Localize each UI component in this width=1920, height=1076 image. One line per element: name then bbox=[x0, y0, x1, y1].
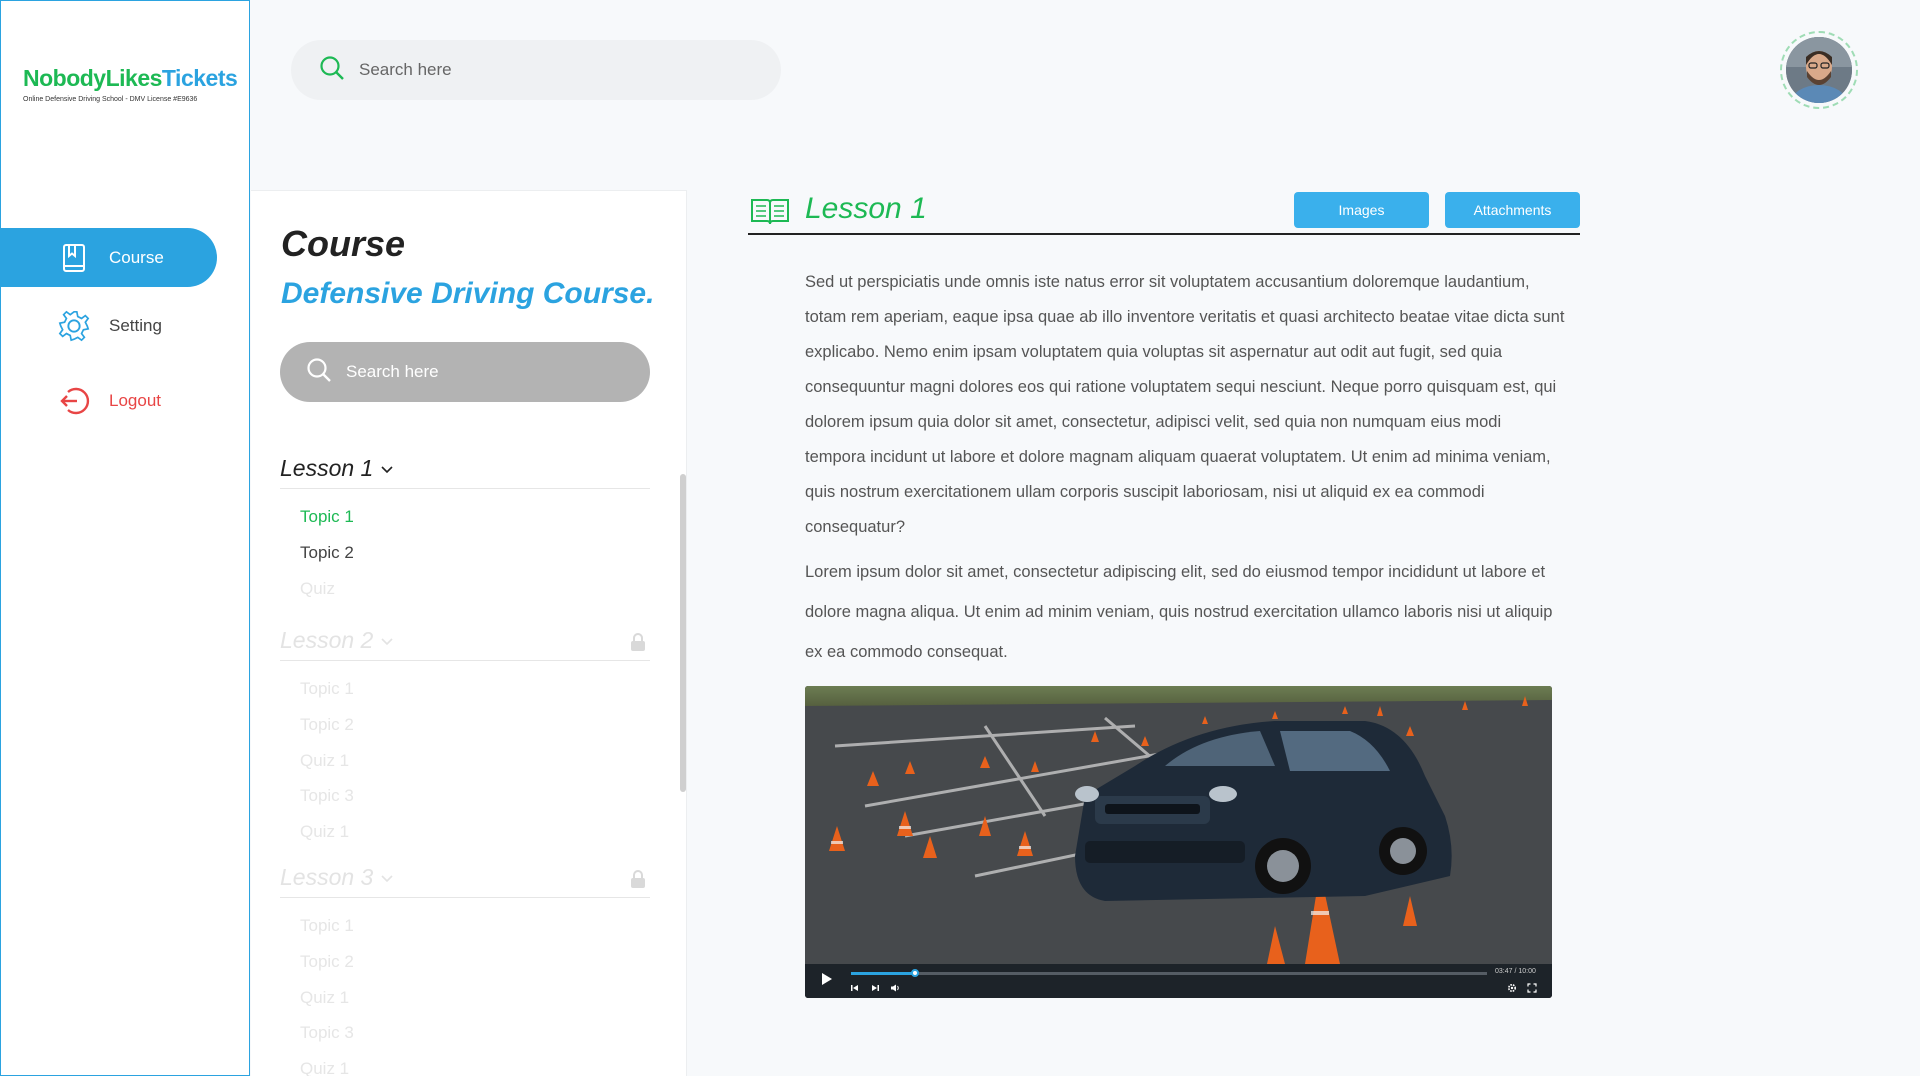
volume-icon[interactable] bbox=[891, 984, 901, 994]
lesson-paragraph-1: Sed ut perspiciatis unde omnis iste natu… bbox=[805, 273, 1565, 536]
lesson-title: Lesson 1 bbox=[805, 192, 927, 225]
header-search bbox=[291, 40, 781, 100]
lesson-2-item[interactable]: Quiz 1 bbox=[300, 751, 349, 771]
lesson-paragraph-2: Lorem ipsum dolor sit amet, consectetur … bbox=[805, 563, 1553, 661]
course-subtitle: Defensive Driving Course. bbox=[281, 277, 655, 310]
previous-icon[interactable] bbox=[851, 984, 859, 994]
sidebar-item-label: Course bbox=[109, 247, 164, 267]
bookmark-book-icon bbox=[57, 241, 91, 275]
lesson-2-item[interactable]: Topic 2 bbox=[300, 715, 354, 735]
chevron-down-icon bbox=[381, 461, 393, 477]
sidebar-item-setting[interactable]: Setting bbox=[1, 296, 217, 355]
user-avatar-image bbox=[1786, 37, 1852, 103]
lesson-3-item[interactable]: Topic 1 bbox=[300, 916, 354, 936]
lesson-3-item[interactable]: Topic 2 bbox=[300, 952, 354, 972]
open-book-icon bbox=[750, 196, 790, 231]
lesson-title: Lesson 2 bbox=[280, 627, 374, 653]
settings-gear-icon[interactable] bbox=[1507, 983, 1517, 995]
avatar[interactable] bbox=[1780, 31, 1858, 109]
sidebar-item-label: Setting bbox=[109, 315, 162, 335]
lesson-2-header[interactable]: Lesson 2 bbox=[280, 621, 650, 661]
course-title: Course bbox=[281, 223, 406, 264]
search-icon bbox=[306, 357, 332, 388]
video-frame bbox=[805, 686, 1552, 964]
attachments-button[interactable]: Attachments bbox=[1445, 192, 1580, 228]
course-search bbox=[280, 342, 650, 402]
chevron-down-icon bbox=[381, 870, 393, 886]
course-search-input[interactable] bbox=[346, 362, 636, 382]
sidebar: NobodyLikesTickets Online Defensive Driv… bbox=[0, 0, 250, 1076]
fullscreen-icon[interactable] bbox=[1527, 983, 1537, 995]
lock-icon bbox=[630, 868, 646, 895]
gear-icon bbox=[57, 309, 91, 343]
lesson-3-item[interactable]: Topic 3 bbox=[300, 1023, 354, 1043]
search-icon bbox=[319, 55, 345, 86]
sidebar-item-course[interactable]: Course bbox=[1, 228, 217, 287]
lesson-title: Lesson 3 bbox=[280, 864, 374, 890]
video-time: 03:47 / 10:00 bbox=[1495, 968, 1536, 975]
video-progress-fill bbox=[851, 972, 915, 975]
lesson-2-item[interactable]: Topic 1 bbox=[300, 679, 354, 699]
brand-name: NobodyLikesTickets bbox=[23, 65, 238, 91]
logout-icon bbox=[57, 384, 91, 418]
brand-tagline: Online Defensive Driving School - DMV Li… bbox=[23, 96, 198, 103]
sidebar-item-logout[interactable]: Logout bbox=[1, 371, 217, 430]
search-input[interactable] bbox=[359, 60, 739, 80]
lesson-header: Lesson 1 Images Attachments bbox=[748, 190, 1580, 235]
next-icon[interactable] bbox=[871, 984, 879, 994]
scrollbar[interactable] bbox=[680, 474, 686, 792]
brand-logo[interactable]: NobodyLikesTickets Online Defensive Driv… bbox=[23, 65, 238, 103]
lesson-1-topic-1[interactable]: Topic 1 bbox=[300, 507, 354, 527]
lesson-1-topic-2[interactable]: Topic 2 bbox=[300, 543, 354, 563]
lesson-3-header[interactable]: Lesson 3 bbox=[280, 858, 650, 898]
sidebar-item-label: Logout bbox=[109, 390, 161, 410]
lesson-2-item[interactable]: Quiz 1 bbox=[300, 822, 349, 842]
video-progress-bar[interactable] bbox=[851, 969, 1487, 977]
lesson-3-item[interactable]: Quiz 1 bbox=[300, 988, 349, 1008]
lock-icon bbox=[630, 631, 646, 658]
lesson-1-quiz[interactable]: Quiz bbox=[300, 579, 335, 599]
video-player[interactable]: 03:47 / 10:00 bbox=[805, 686, 1552, 998]
lesson-2-item[interactable]: Topic 3 bbox=[300, 786, 354, 806]
lesson-title: Lesson 1 bbox=[280, 455, 374, 481]
video-controls: 03:47 / 10:00 bbox=[805, 964, 1552, 998]
video-progress-knob[interactable] bbox=[910, 969, 919, 977]
play-icon[interactable] bbox=[821, 972, 833, 988]
images-button[interactable]: Images bbox=[1294, 192, 1429, 228]
lesson-1-header[interactable]: Lesson 1 bbox=[280, 449, 650, 489]
chevron-down-icon bbox=[381, 633, 393, 649]
course-panel: Course Defensive Driving Course. Lesson … bbox=[251, 190, 687, 1076]
lesson-3-item[interactable]: Quiz 1 bbox=[300, 1059, 349, 1076]
